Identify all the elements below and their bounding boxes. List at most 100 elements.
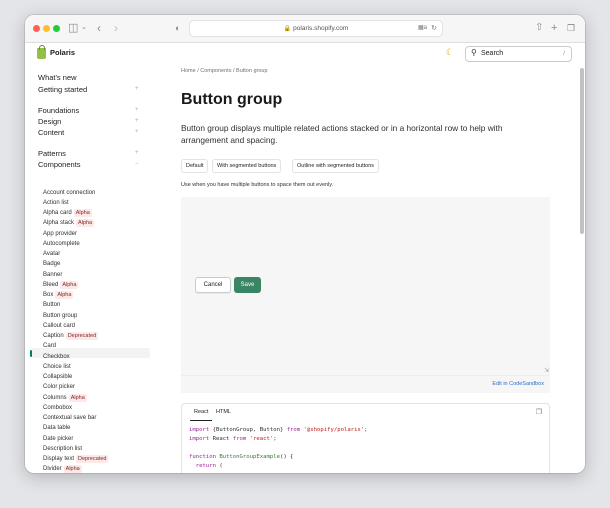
active-item-indicator <box>30 350 32 357</box>
sidebar-toggle-icon[interactable]: ◫ <box>68 21 78 35</box>
sidebar-item-checkbox[interactable]: Checkbox <box>43 353 70 362</box>
sidebar-item-label: Callout card <box>43 322 76 329</box>
browser-toolbar: ◫ ⌄ ‹ › ◐ 🔒 polaris.shopify.com ▦a ↻ ⇧ + … <box>25 15 585 43</box>
moon-icon[interactable]: ☾ <box>446 47 454 58</box>
sidebar-item-label: Alpha stack <box>43 220 75 227</box>
sidebar-item-patterns[interactable]: Patterns <box>38 149 66 158</box>
sidebar-item-label: Contextual save bar <box>43 415 97 421</box>
sidebar-item-bleed[interactable]: Bleed Alpha <box>43 280 79 290</box>
status-badge: Alpha <box>55 291 74 299</box>
code-tab-react[interactable]: React <box>194 409 208 415</box>
sidebar-item-label: Alpha card <box>43 210 72 216</box>
tab-outline-segmented[interactable]: Outline with segmented buttons <box>292 159 380 173</box>
sidebar-item-label: Caption <box>43 333 64 339</box>
cancel-button[interactable]: Cancel <box>195 277 231 293</box>
sidebar-item-badge[interactable]: Badge <box>43 260 60 269</box>
sidebar-item-alpha-stack[interactable]: Alpha stack Alpha <box>43 219 95 228</box>
search-label: Search <box>481 50 504 57</box>
status-badge: Deprecated <box>76 455 109 463</box>
main-content: Home / Components / Button group Button … <box>181 66 551 473</box>
lock-icon: 🔒 <box>283 26 292 32</box>
sidebar-item-label: Autocomplete <box>43 240 80 247</box>
tab-default[interactable]: Default <box>181 159 209 173</box>
url-text: polaris.shopify.com <box>293 25 349 32</box>
chevron-down-icon[interactable]: ⌄ <box>81 21 87 35</box>
sidebar-item-box[interactable]: Box Alpha <box>43 291 74 300</box>
sidebar-item-callout-card[interactable]: Callout card <box>43 322 75 331</box>
sidebar-item-app-provider[interactable]: App provider <box>43 230 77 239</box>
sidebar-item-getting-started[interactable]: Getting started <box>38 85 87 94</box>
sidebar-item-action-list[interactable]: Action list <box>43 199 69 208</box>
sidebar-item-account-connection[interactable]: Account connection <box>43 189 95 198</box>
save-button[interactable]: Save <box>234 277 261 293</box>
copy-icon[interactable]: ❐ <box>536 408 542 416</box>
shopify-logo-icon <box>37 45 46 59</box>
sidebar-item-design[interactable]: Design <box>38 117 61 126</box>
sidebar-item-label: Checkbox <box>43 353 70 360</box>
sidebar-item-choice-list[interactable]: Choice list <box>43 363 71 372</box>
code-tab-html[interactable]: HTML <box>216 409 231 415</box>
expand-icon[interactable]: + <box>135 86 139 92</box>
sidebar-item-banner[interactable]: Banner <box>43 271 62 280</box>
status-badge: Alpha <box>60 280 79 289</box>
share-icon[interactable]: ⇧ <box>535 21 543 35</box>
expand-icon[interactable]: + <box>135 118 139 124</box>
sidebar-item-display-text[interactable]: Display text Deprecated <box>43 455 109 464</box>
sidebar-item-combobox[interactable]: Combobox <box>43 404 72 413</box>
sidebar-item-button[interactable]: Button <box>43 301 60 310</box>
sidebar-item-autocomplete[interactable]: Autocomplete <box>43 240 80 249</box>
sidebar-item-label: Combobox <box>43 404 73 411</box>
sidebar-item-label: Columns <box>43 394 67 401</box>
sidebar-item-card[interactable]: Card <box>43 342 56 351</box>
sidebar-item-date-picker[interactable]: Date picker <box>43 435 73 444</box>
forward-icon[interactable]: › <box>114 21 118 35</box>
tab-segmented[interactable]: With segmented buttons <box>212 159 282 173</box>
sidebar-item-avatar[interactable]: Avatar <box>43 250 60 259</box>
status-badge: Alpha <box>68 393 87 402</box>
sidebar-item-content[interactable]: Content <box>38 128 64 137</box>
minimize-window-button[interactable] <box>43 25 50 32</box>
new-tab-icon[interactable]: + <box>551 21 557 35</box>
expand-icon[interactable]: + <box>135 129 139 135</box>
sidebar-item-foundations[interactable]: Foundations <box>38 106 79 115</box>
sidebar-item-columns[interactable]: Columns Alpha <box>43 393 87 403</box>
collapse-icon[interactable]: − <box>135 161 139 167</box>
expand-icon[interactable]: + <box>135 107 139 113</box>
search-shortcut: / <box>563 50 565 57</box>
sidebar-item-label: Date picker <box>43 435 74 442</box>
sidebar-item-label: Collapsible <box>43 374 73 380</box>
reload-icon[interactable]: ↻ <box>431 21 437 36</box>
sidebar-item-data-table[interactable]: Data table <box>43 424 70 433</box>
close-window-button[interactable] <box>33 25 40 32</box>
zoom-window-button[interactable] <box>53 25 60 32</box>
expand-icon[interactable]: + <box>135 150 139 156</box>
edit-in-codesandbox-link[interactable]: Edit in CodeSandbox <box>492 381 544 387</box>
sidebar-item-label: Display text <box>43 456 75 462</box>
code-panel: React HTML ❐ import {ButtonGroup, Button… <box>181 403 550 473</box>
sidebar-item-alpha-card[interactable]: Alpha card Alpha <box>43 209 92 218</box>
breadcrumb[interactable]: Home / Components / Button group <box>181 68 268 74</box>
sidebar-item-description-list[interactable]: Description list <box>43 445 82 454</box>
sidebar-item-collapsible[interactable]: Collapsible <box>43 373 72 382</box>
sidebar-item-divider[interactable]: Divider Alpha <box>43 465 82 473</box>
privacy-shield-icon[interactable]: ◐ <box>175 21 180 35</box>
back-icon[interactable]: ‹ <box>97 21 101 35</box>
sidebar-item-label: Divider <box>43 466 62 473</box>
translate-icon[interactable]: ▦a <box>418 21 427 36</box>
resize-handle-icon[interactable]: ⇲ <box>544 367 549 374</box>
sidebar-item-label: Box <box>43 292 54 298</box>
sidebar-item-components[interactable]: Components <box>38 160 81 169</box>
address-bar[interactable]: 🔒 polaris.shopify.com ▦a ↻ <box>189 20 443 37</box>
tab-overview-icon[interactable]: ❐ <box>567 21 575 35</box>
app-header: Polaris ☾ ⚲ Search / <box>25 43 585 66</box>
sidebar-item-what-s-new[interactable]: What's new <box>38 73 77 82</box>
sidebar-item-label: Bleed <box>43 281 59 288</box>
site-logo-text[interactable]: Polaris <box>50 48 75 57</box>
search-input[interactable]: ⚲ Search / <box>465 46 572 62</box>
sidebar-item-contextual-save-bar[interactable]: Contextual save bar <box>43 414 96 423</box>
sidebar-item-button-group[interactable]: Button group <box>43 312 77 321</box>
sidebar-item-label: Banner <box>43 271 63 278</box>
sidebar-item-caption[interactable]: Caption Deprecated <box>43 332 99 341</box>
sidebar-item-color-picker[interactable]: Color picker <box>43 383 75 392</box>
scrollbar-thumb[interactable] <box>580 68 584 234</box>
